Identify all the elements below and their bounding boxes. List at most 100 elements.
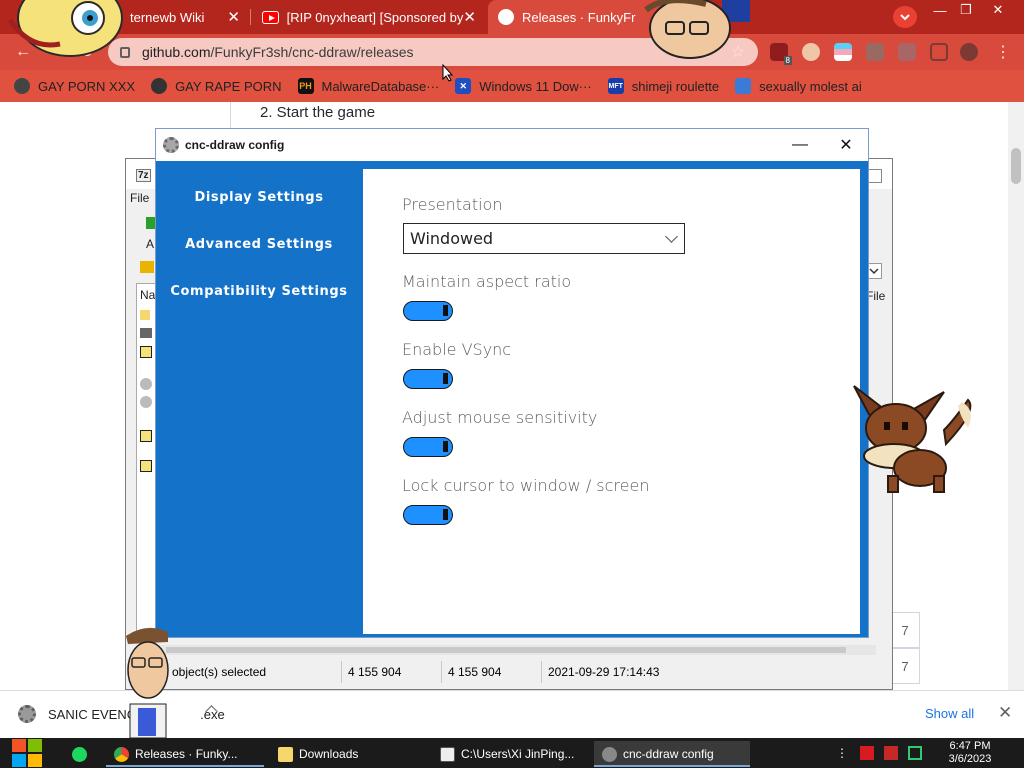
settings-file-icon [140, 378, 152, 390]
profile-avatar-icon[interactable] [960, 43, 978, 61]
status-packed-size: 4 155 904 [442, 661, 542, 683]
spotify-taskbar-icon[interactable] [64, 741, 100, 767]
side-panel-icon[interactable] [930, 43, 948, 61]
gear-icon [163, 137, 179, 153]
close-download-bar-button[interactable]: ✕ [998, 703, 1012, 723]
show-all-link[interactable]: Show all [925, 706, 974, 721]
cnc-ddraw-config-window: cnc-ddraw config — ✕ Display Settings Ad… [155, 128, 869, 638]
chrome-icon [114, 746, 129, 762]
bookmark-item[interactable]: ✕ Windows 11 Dow··· [455, 78, 592, 94]
up-folder-icon[interactable] [140, 261, 154, 273]
folder-icon [278, 746, 293, 762]
close-button[interactable]: ✕ [828, 133, 864, 157]
bookmark-item[interactable]: GAY PORN XXX [14, 78, 135, 94]
globe-icon [151, 78, 168, 94]
settings-panel: Presentation Windowed Maintain aspect ra… [363, 169, 860, 634]
minimize-button[interactable]: — [782, 133, 818, 157]
presentation-select[interactable]: Windowed [403, 223, 685, 254]
tab-youtube[interactable]: [RIP 0nyxheart] [Sponsored by ✕ [252, 0, 486, 34]
release-asset-box[interactable]: 7 [890, 648, 920, 684]
scroll-thumb[interactable] [166, 647, 846, 653]
puzzle-extensions-icon[interactable] [866, 43, 884, 61]
page-scrollbar[interactable] [1008, 102, 1024, 692]
zip-status-bar: object(s) selected 4 155 904 4 155 904 2… [156, 659, 886, 685]
tray-overflow-icon[interactable]: ⋮ [836, 746, 850, 760]
app-tray-icon[interactable] [884, 746, 898, 760]
flag-extension-icon[interactable] [834, 43, 852, 61]
zip-close-icon[interactable] [868, 169, 882, 183]
clock-time: 6:47 PM [949, 740, 991, 752]
window-restore-button[interactable]: ❐ [950, 0, 982, 20]
extension-avatar-icon[interactable] [802, 43, 820, 61]
bookmark-item[interactable]: MFT shimeji roulette [607, 78, 720, 94]
scroll-thumb[interactable] [1011, 148, 1021, 184]
bookmark-item[interactable]: GAY RAPE PORN [151, 78, 282, 94]
release-asset-box[interactable]: 7 [890, 612, 920, 648]
tab-title: ternewb Wiki [130, 9, 205, 25]
toggle-knob [443, 441, 448, 452]
adjust-mouse-sensitivity-toggle[interactable] [403, 437, 453, 457]
taskbar-7zip[interactable]: C:\Users\Xi JinPing... [432, 741, 588, 767]
app-icon [735, 78, 752, 94]
windows-logo-icon [28, 739, 42, 752]
clock-date: 3/6/2023 [948, 753, 992, 765]
config-titlebar[interactable]: cnc-ddraw config — ✕ [156, 129, 868, 161]
zip-menu-file[interactable]: File [130, 191, 156, 205]
toggle-label: Maintain aspect ratio [402, 272, 572, 291]
tab-strip: ternewb Wiki ✕ [RIP 0nyxheart] [Sponsore… [0, 0, 1024, 34]
bookmark-label: GAY RAPE PORN [175, 78, 282, 94]
mouse-cursor-icon [442, 64, 454, 82]
file-icon [140, 328, 152, 338]
tab-search-button[interactable] [893, 6, 917, 28]
settings-sidebar: Display Settings Advanced Settings Compa… [156, 161, 362, 637]
nav-advanced-settings[interactable]: Advanced Settings [156, 237, 362, 252]
toggle-label: Adjust mouse sensitivity [402, 408, 598, 427]
taskbar-chrome[interactable]: Releases · Funky... [106, 741, 264, 767]
window-title: cnc-ddraw config [185, 138, 285, 152]
flag-tray-icon[interactable] [860, 746, 874, 760]
taskbar-cnc-ddraw-config[interactable]: cnc-ddraw config [594, 741, 750, 767]
bookmark-label: shimeji roulette [631, 78, 720, 94]
taskbar-explorer[interactable]: Downloads [270, 741, 426, 767]
settings-file-icon [140, 396, 152, 408]
cartoon-man-sticker [126, 627, 169, 738]
tab-divider [250, 9, 251, 25]
presentation-value: Windowed [410, 229, 494, 248]
bookmark-label: Windows 11 Dow··· [479, 78, 592, 94]
taskbar-item-label: Releases · Funky... [135, 747, 238, 761]
github-icon [498, 9, 514, 25]
system-clock[interactable]: 6:47 PM 3/6/2023 [930, 740, 1010, 766]
network-icon[interactable] [908, 746, 922, 760]
taskbar-running-indicator [106, 765, 264, 767]
zip-file-list[interactable]: Na [136, 283, 156, 643]
zip-horizontal-scrollbar[interactable] [156, 645, 876, 655]
bookmark-item[interactable]: PH MalwareDatabase··· [297, 78, 439, 94]
tab-title: [RIP 0nyxheart] [Sponsored by [286, 9, 464, 25]
nav-compatibility-settings[interactable]: Compatibility Settings [156, 284, 362, 299]
bookmark-label: sexually molest ai [759, 78, 862, 94]
status-modified: 2021-09-29 17:14:43 [548, 665, 660, 679]
ublock-extension-icon[interactable]: 8 [770, 43, 792, 65]
start-button[interactable] [10, 738, 42, 768]
enable-vsync-toggle[interactable] [403, 369, 453, 389]
address-url: github.com/FunkyFr3sh/cnc-ddraw/releases [142, 44, 414, 60]
eevee-pixel-sticker [853, 385, 972, 493]
bookmark-item[interactable]: sexually molest ai [735, 78, 862, 94]
tab-close-icon[interactable]: ✕ [463, 8, 476, 26]
tab-close-icon[interactable]: ✕ [227, 8, 240, 26]
bookmarks-bar: GAY PORN XXX GAY RAPE PORN PH MalwareDat… [0, 70, 1024, 102]
reading-list-icon[interactable] [898, 43, 916, 61]
mft-icon: MFT [607, 78, 624, 94]
zip-file-icon [140, 460, 152, 472]
column-header-name[interactable]: Na [140, 288, 155, 302]
status-size: 4 155 904 [342, 661, 442, 683]
taskbar-running-indicator [594, 765, 750, 767]
maintain-aspect-ratio-toggle[interactable] [403, 301, 453, 321]
youtube-icon [262, 10, 279, 24]
window-close-button[interactable]: ✕ [982, 0, 1014, 20]
nav-display-settings[interactable]: Display Settings [156, 190, 362, 205]
tab-wiki[interactable]: ternewb Wiki ✕ [120, 0, 250, 34]
lock-cursor-toggle[interactable] [403, 505, 453, 525]
taskbar: Releases · Funky... Downloads C:\Users\X… [0, 738, 1024, 768]
kebab-menu-icon[interactable]: ⋮ [992, 42, 1014, 62]
